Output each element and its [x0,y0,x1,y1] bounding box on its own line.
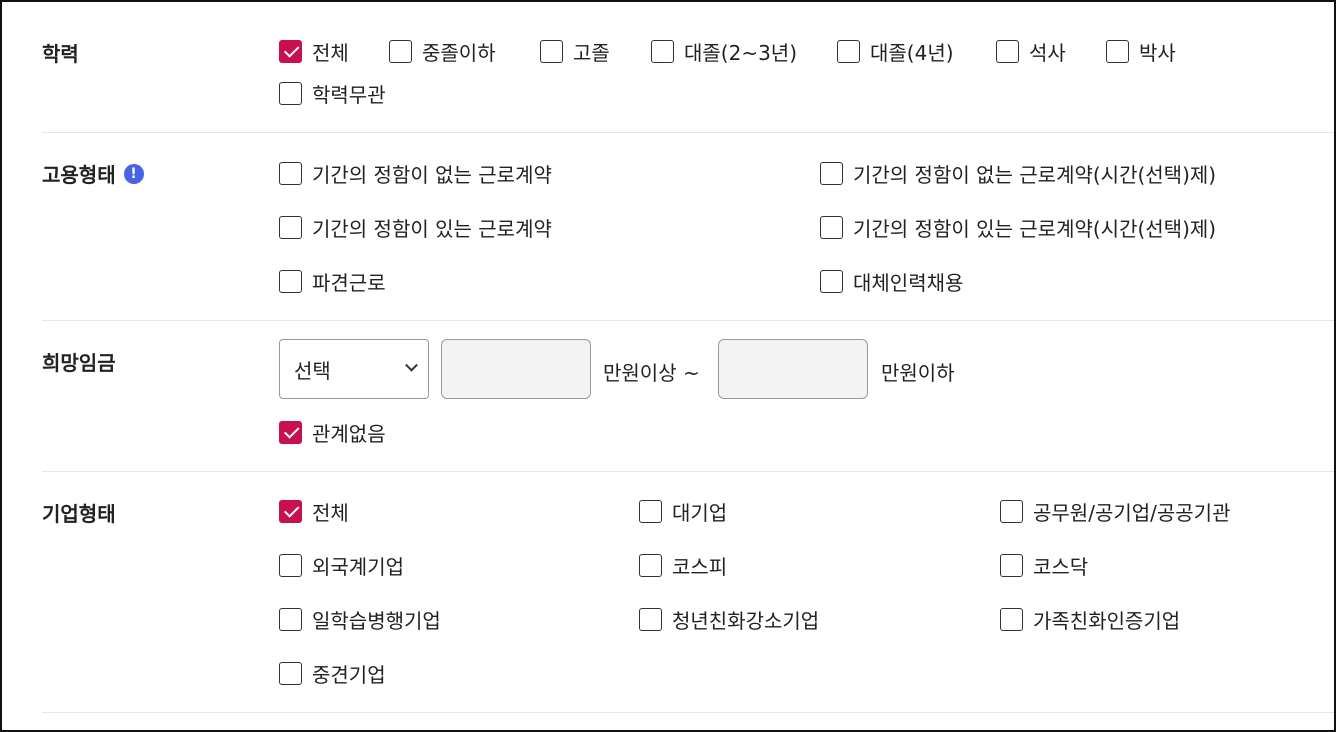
salary-min-suffix: 만원이상 ~ [603,361,700,385]
education-option-master[interactable]: 석사 [996,37,1066,66]
employment-option[interactable]: 대체인력채용 [820,267,963,296]
education-option-high[interactable]: 고졸 [540,37,610,66]
option-label: 전체 [312,501,349,525]
option-label: 대체인력채용 [853,271,964,295]
checkbox[interactable] [1000,608,1023,631]
option-label: 가족친화인증기업 [1033,609,1181,633]
option-label: 일학습병행기업 [312,609,441,633]
checkbox[interactable] [639,554,662,577]
option-label: 기간의 정함이 없는 근로계약 [312,163,552,187]
option-label: 관계없음 [312,422,386,446]
option-label: 기간의 정함이 있는 근로계약(시간(선택)제) [853,217,1217,241]
chevron-down-icon [405,358,418,372]
employment-title: 고용형태 [42,163,116,187]
option-label: 외국계기업 [312,555,404,579]
employment-option[interactable]: 기간의 정함이 있는 근로계약 [279,213,552,242]
company-title: 기업형태 [42,502,116,526]
education-option-college4[interactable]: 대졸(4년) [837,37,954,66]
employment-option[interactable]: 기간의 정함이 없는 근로계약 [279,159,552,188]
salary-max-suffix: 만원이하 [881,361,955,385]
option-label: 학력무관 [312,83,386,107]
option-label: 기간의 정함이 없는 근로계약(시간(선택)제) [853,163,1217,187]
education-title: 학력 [42,42,79,66]
select-value: 선택 [294,358,331,383]
checkbox[interactable] [279,40,302,63]
checkbox[interactable] [389,40,412,63]
company-section: 기업형태 전체 대기업 공무원/공기업/공공기관 외국계기업 코스피 코스닥 일… [42,472,1334,713]
option-label: 코스피 [672,555,728,579]
option-label: 대졸(4년) [870,41,954,65]
checkbox[interactable] [279,554,302,577]
salary-max-input[interactable] [718,339,868,399]
option-label: 대졸(2~3년) [684,41,798,65]
company-option[interactable]: 코스닥 [1000,551,1088,580]
option-label: 코스닥 [1033,555,1089,579]
checkbox[interactable] [279,421,302,444]
checkbox[interactable] [279,82,302,105]
checkbox[interactable] [1000,554,1023,577]
checkbox[interactable] [279,270,302,293]
company-option[interactable]: 중견기업 [279,659,386,688]
checkbox[interactable] [820,216,843,239]
employment-option[interactable]: 기간의 정함이 있는 근로계약(시간(선택)제) [820,213,1216,242]
company-option[interactable]: 외국계기업 [279,551,404,580]
option-label: 박사 [1139,41,1176,65]
checkbox[interactable] [279,662,302,685]
option-label: 고졸 [573,41,610,65]
salary-type-select[interactable]: 선택 [279,339,429,399]
employment-option[interactable]: 기간의 정함이 없는 근로계약(시간(선택)제) [820,159,1216,188]
salary-section: 희망임금 선택 만원이상 ~ 만원이하 관계없음 [42,321,1334,472]
checkbox[interactable] [837,40,860,63]
salary-min-input[interactable] [441,339,591,399]
checkbox[interactable] [639,500,662,523]
company-option[interactable]: 청년친화강소기업 [639,605,819,634]
option-label: 공무원/공기업/공공기관 [1033,501,1231,525]
education-option-middle[interactable]: 중졸이하 [389,37,496,66]
option-label: 청년친화강소기업 [672,609,820,633]
option-label: 파견근로 [312,271,386,295]
option-label: 기간의 정함이 있는 근로계약 [312,217,552,241]
checkbox[interactable] [540,40,563,63]
checkbox[interactable] [996,40,1019,63]
option-label: 석사 [1029,41,1066,65]
option-label: 중졸이하 [422,41,496,65]
checkbox[interactable] [279,500,302,523]
company-option[interactable]: 공무원/공기업/공공기관 [1000,497,1230,526]
checkbox[interactable] [279,162,302,185]
checkbox[interactable] [820,162,843,185]
company-option[interactable]: 일학습병행기업 [279,605,441,634]
filter-panel: 학력 전체 중졸이하 고졸 대졸(2~3년) 대졸(4년) 석사 박사 학력무관… [0,0,1336,732]
option-label: 대기업 [672,501,728,525]
checkbox[interactable] [639,608,662,631]
company-option[interactable]: 대기업 [639,497,727,526]
employment-option[interactable]: 파견근로 [279,267,386,296]
education-option-any[interactable]: 학력무관 [279,79,386,108]
checkbox[interactable] [1000,500,1023,523]
company-option[interactable]: 코스피 [639,551,727,580]
option-label: 중견기업 [312,663,386,687]
checkbox[interactable] [820,270,843,293]
education-option-doctor[interactable]: 박사 [1106,37,1176,66]
checkbox[interactable] [1106,40,1129,63]
education-section: 학력 전체 중졸이하 고졸 대졸(2~3년) 대졸(4년) 석사 박사 학력무관 [42,2,1334,133]
checkbox[interactable] [279,216,302,239]
education-option-all[interactable]: 전체 [279,37,349,66]
info-icon[interactable]: ! [123,163,144,184]
checkbox[interactable] [651,40,674,63]
option-label: 전체 [312,41,349,65]
salary-none-option[interactable]: 관계없음 [279,418,386,447]
employment-title-row: 고용형태 ! [42,159,144,188]
company-option[interactable]: 가족친화인증기업 [1000,605,1180,634]
salary-title: 희망임금 [42,351,116,375]
education-option-college2[interactable]: 대졸(2~3년) [651,37,797,66]
employment-section: 고용형태 ! 기간의 정함이 없는 근로계약 기간의 정함이 없는 근로계약(시… [42,133,1334,321]
company-option[interactable]: 전체 [279,497,349,526]
checkbox[interactable] [279,608,302,631]
